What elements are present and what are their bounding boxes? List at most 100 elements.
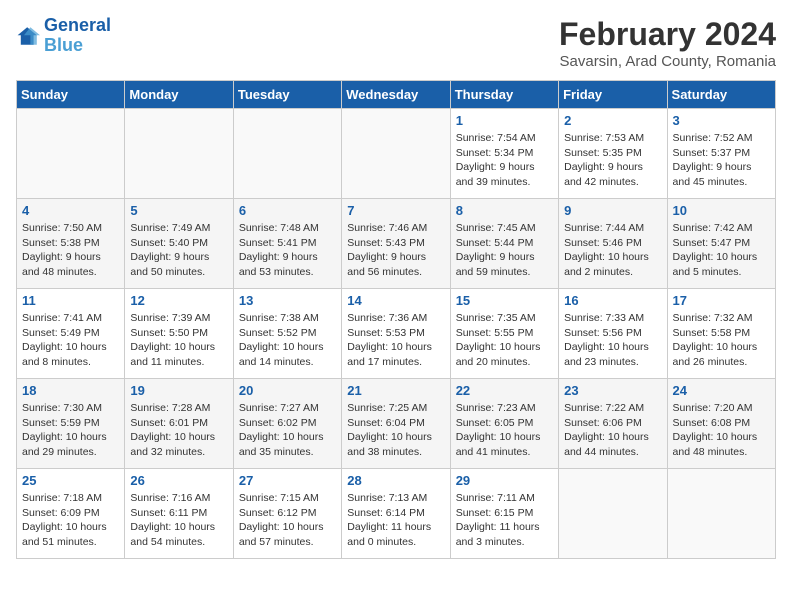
day-number: 29 <box>456 473 553 488</box>
day-info: Sunrise: 7:33 AM Sunset: 5:56 PM Dayligh… <box>564 311 661 370</box>
day-info: Sunrise: 7:22 AM Sunset: 6:06 PM Dayligh… <box>564 401 661 460</box>
day-info: Sunrise: 7:20 AM Sunset: 6:08 PM Dayligh… <box>673 401 770 460</box>
weekday-header: Tuesday <box>233 81 341 109</box>
calendar-cell: 16 Sunrise: 7:33 AM Sunset: 5:56 PM Dayli… <box>559 289 667 379</box>
day-number: 13 <box>239 293 336 308</box>
day-info: Sunrise: 7:39 AM Sunset: 5:50 PM Dayligh… <box>130 311 227 370</box>
day-number: 2 <box>564 113 661 128</box>
calendar-cell: 24 Sunrise: 7:20 AM Sunset: 6:08 PM Dayli… <box>667 379 775 469</box>
calendar-cell: 23 Sunrise: 7:22 AM Sunset: 6:06 PM Dayli… <box>559 379 667 469</box>
calendar-week-row: 1 Sunrise: 7:54 AM Sunset: 5:34 PM Daylig… <box>17 109 776 199</box>
day-number: 9 <box>564 203 661 218</box>
weekday-header: Saturday <box>667 81 775 109</box>
calendar-cell: 3 Sunrise: 7:52 AM Sunset: 5:37 PM Daylig… <box>667 109 775 199</box>
calendar-cell <box>125 109 233 199</box>
day-number: 24 <box>673 383 770 398</box>
day-info: Sunrise: 7:52 AM Sunset: 5:37 PM Dayligh… <box>673 131 770 190</box>
day-number: 18 <box>22 383 119 398</box>
calendar-cell: 6Sunrise: 7:48 AM Sunset: 5:41 PM Daylig… <box>233 199 341 289</box>
day-number: 17 <box>673 293 770 308</box>
calendar-cell: 19 Sunrise: 7:28 AM Sunset: 6:01 PM Dayli… <box>125 379 233 469</box>
logo-name: GeneralBlue <box>44 16 111 56</box>
calendar-subtitle: Savarsin, Arad County, Romania <box>559 53 776 70</box>
weekday-header-row: SundayMondayTuesdayWednesdayThursdayFrid… <box>17 81 776 109</box>
day-info: Sunrise: 7:42 AM Sunset: 5:47 PM Dayligh… <box>673 221 770 280</box>
day-number: 14 <box>347 293 444 308</box>
calendar-week-row: 4 Sunrise: 7:50 AM Sunset: 5:38 PM Daylig… <box>17 199 776 289</box>
day-info: Sunrise: 7:53 AM Sunset: 5:35 PM Dayligh… <box>564 131 661 190</box>
day-info: Sunrise: 7:28 AM Sunset: 6:01 PM Dayligh… <box>130 401 227 460</box>
day-number: 6 <box>239 203 336 218</box>
day-number: 5 <box>130 203 227 218</box>
day-number: 11 <box>22 293 119 308</box>
calendar-cell: 8 Sunrise: 7:45 AM Sunset: 5:44 PM Daylig… <box>450 199 558 289</box>
day-number: 1 <box>456 113 553 128</box>
weekday-header: Sunday <box>17 81 125 109</box>
calendar-cell: 28Sunrise: 7:13 AM Sunset: 6:14 PM Dayli… <box>342 469 450 559</box>
day-info: Sunrise: 7:18 AM Sunset: 6:09 PM Dayligh… <box>22 491 119 550</box>
title-block: February 2024 Savarsin, Arad County, Rom… <box>559 16 776 70</box>
day-info: Sunrise: 7:54 AM Sunset: 5:34 PM Dayligh… <box>456 131 553 190</box>
day-number: 8 <box>456 203 553 218</box>
day-info: Sunrise: 7:36 AM Sunset: 5:53 PM Dayligh… <box>347 311 444 370</box>
calendar-cell: 10 Sunrise: 7:42 AM Sunset: 5:47 PM Dayli… <box>667 199 775 289</box>
logo: GeneralBlue <box>16 16 111 56</box>
day-number: 22 <box>456 383 553 398</box>
day-number: 15 <box>456 293 553 308</box>
calendar-cell: 21Sunrise: 7:25 AM Sunset: 6:04 PM Dayli… <box>342 379 450 469</box>
day-info: Sunrise: 7:45 AM Sunset: 5:44 PM Dayligh… <box>456 221 553 280</box>
weekday-header: Thursday <box>450 81 558 109</box>
calendar-table: SundayMondayTuesdayWednesdayThursdayFrid… <box>16 80 776 559</box>
page-header: GeneralBlue February 2024 Savarsin, Arad… <box>16 16 776 70</box>
calendar-cell: 22 Sunrise: 7:23 AM Sunset: 6:05 PM Dayli… <box>450 379 558 469</box>
calendar-cell <box>559 469 667 559</box>
calendar-cell: 2 Sunrise: 7:53 AM Sunset: 5:35 PM Daylig… <box>559 109 667 199</box>
day-info: Sunrise: 7:13 AM Sunset: 6:14 PM Dayligh… <box>347 491 444 550</box>
day-info: Sunrise: 7:32 AM Sunset: 5:58 PM Dayligh… <box>673 311 770 370</box>
day-info: Sunrise: 7:23 AM Sunset: 6:05 PM Dayligh… <box>456 401 553 460</box>
calendar-cell: 25 Sunrise: 7:18 AM Sunset: 6:09 PM Dayli… <box>17 469 125 559</box>
day-info: Sunrise: 7:35 AM Sunset: 5:55 PM Dayligh… <box>456 311 553 370</box>
day-info: Sunrise: 7:44 AM Sunset: 5:46 PM Dayligh… <box>564 221 661 280</box>
logo-icon <box>16 24 40 48</box>
day-info: Sunrise: 7:16 AM Sunset: 6:11 PM Dayligh… <box>130 491 227 550</box>
calendar-cell: 9 Sunrise: 7:44 AM Sunset: 5:46 PM Daylig… <box>559 199 667 289</box>
day-number: 16 <box>564 293 661 308</box>
calendar-cell: 5 Sunrise: 7:49 AM Sunset: 5:40 PM Daylig… <box>125 199 233 289</box>
day-number: 4 <box>22 203 119 218</box>
day-number: 3 <box>673 113 770 128</box>
day-number: 25 <box>22 473 119 488</box>
day-number: 21 <box>347 383 444 398</box>
calendar-week-row: 18 Sunrise: 7:30 AM Sunset: 5:59 PM Dayli… <box>17 379 776 469</box>
calendar-cell: 18 Sunrise: 7:30 AM Sunset: 5:59 PM Dayli… <box>17 379 125 469</box>
calendar-cell: 11 Sunrise: 7:41 AM Sunset: 5:49 PM Dayli… <box>17 289 125 379</box>
day-number: 19 <box>130 383 227 398</box>
calendar-cell: 15 Sunrise: 7:35 AM Sunset: 5:55 PM Dayli… <box>450 289 558 379</box>
day-info: Sunrise: 7:15 AM Sunset: 6:12 PM Dayligh… <box>239 491 336 550</box>
calendar-cell: 27Sunrise: 7:15 AM Sunset: 6:12 PM Dayli… <box>233 469 341 559</box>
day-number: 20 <box>239 383 336 398</box>
day-info: Sunrise: 7:38 AM Sunset: 5:52 PM Dayligh… <box>239 311 336 370</box>
day-info: Sunrise: 7:46 AM Sunset: 5:43 PM Dayligh… <box>347 221 444 280</box>
calendar-cell: 17 Sunrise: 7:32 AM Sunset: 5:58 PM Dayli… <box>667 289 775 379</box>
calendar-cell: 7Sunrise: 7:46 AM Sunset: 5:43 PM Daylig… <box>342 199 450 289</box>
calendar-title: February 2024 <box>559 16 776 53</box>
calendar-cell <box>667 469 775 559</box>
day-info: Sunrise: 7:27 AM Sunset: 6:02 PM Dayligh… <box>239 401 336 460</box>
day-info: Sunrise: 7:50 AM Sunset: 5:38 PM Dayligh… <box>22 221 119 280</box>
calendar-cell: 20 Sunrise: 7:27 AM Sunset: 6:02 PM Dayli… <box>233 379 341 469</box>
calendar-cell: 4 Sunrise: 7:50 AM Sunset: 5:38 PM Daylig… <box>17 199 125 289</box>
day-info: Sunrise: 7:41 AM Sunset: 5:49 PM Dayligh… <box>22 311 119 370</box>
day-number: 23 <box>564 383 661 398</box>
calendar-week-row: 25 Sunrise: 7:18 AM Sunset: 6:09 PM Dayli… <box>17 469 776 559</box>
calendar-cell: 26Sunrise: 7:16 AM Sunset: 6:11 PM Dayli… <box>125 469 233 559</box>
calendar-week-row: 11 Sunrise: 7:41 AM Sunset: 5:49 PM Dayli… <box>17 289 776 379</box>
calendar-cell <box>233 109 341 199</box>
weekday-header: Wednesday <box>342 81 450 109</box>
day-info: Sunrise: 7:30 AM Sunset: 5:59 PM Dayligh… <box>22 401 119 460</box>
day-number: 10 <box>673 203 770 218</box>
day-info: Sunrise: 7:49 AM Sunset: 5:40 PM Dayligh… <box>130 221 227 280</box>
weekday-header: Friday <box>559 81 667 109</box>
calendar-cell: 13 Sunrise: 7:38 AM Sunset: 5:52 PM Dayli… <box>233 289 341 379</box>
calendar-cell: 12Sunrise: 7:39 AM Sunset: 5:50 PM Dayli… <box>125 289 233 379</box>
